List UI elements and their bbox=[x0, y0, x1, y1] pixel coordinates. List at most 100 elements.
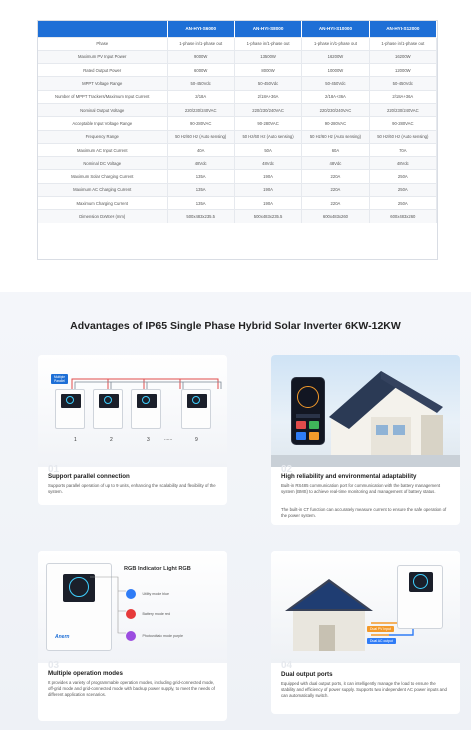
spec-value: 500x483x235.5 bbox=[234, 209, 303, 224]
spec-value: 50 Hz/60 Hz (Auto sensing) bbox=[301, 129, 370, 144]
spec-value: 1-phase in/1-phase out bbox=[369, 36, 438, 51]
purple-light-icon bbox=[126, 630, 136, 641]
spec-value: 60A bbox=[301, 142, 370, 157]
spec-value: 220A bbox=[301, 169, 370, 184]
spec-value: 90-280VAC bbox=[234, 116, 303, 131]
spec-value: 90-280VAC bbox=[167, 116, 235, 131]
spec-value: 250A bbox=[369, 196, 438, 210]
blue-light-icon bbox=[126, 588, 136, 599]
spec-row: Maximum Charging Current 135A 190A 220A 250A bbox=[38, 196, 438, 210]
spec-label: Rated Output Power bbox=[38, 63, 168, 77]
spec-value: 13500W bbox=[234, 49, 303, 64]
card-reliability: 02 High reliability and environmental ad… bbox=[271, 355, 460, 525]
spec-row: Maximum AC Input Current 40A 50A 60A 70A bbox=[38, 142, 438, 157]
spec-value: 250A bbox=[369, 182, 438, 197]
red-light-icon bbox=[126, 608, 136, 619]
spec-label: Maximum AC Input Current bbox=[38, 142, 168, 157]
inverter-unit bbox=[131, 389, 161, 429]
spec-value: 600x483x260 bbox=[301, 209, 370, 224]
spec-value: 220/230/240VAC bbox=[369, 102, 438, 117]
spec-value: 50-450Vdc bbox=[234, 76, 303, 91]
header-model: AN-HYI-S10000 bbox=[301, 21, 370, 37]
card-dual-output: Dual PV Input Dual AC output 04 Dual out… bbox=[271, 551, 460, 714]
spec-value: 220A bbox=[301, 182, 370, 197]
spec-value: 190A bbox=[234, 169, 303, 184]
spec-value: 8000W bbox=[234, 63, 303, 77]
spec-row: Nominal Output Voltage 220/230/240VAC 220/… bbox=[38, 102, 438, 117]
spec-value: 50-450Vdc bbox=[301, 76, 370, 91]
spec-row: Maximum Solar Charging Current 135A 190A 22… bbox=[38, 169, 438, 184]
card-description-2: The built-in CT function can accurately … bbox=[281, 507, 447, 518]
advantages-title: Advantages of IP65 Single Phase Hybrid S… bbox=[70, 320, 401, 332]
tag-dual-pv-input: Dual PV Input bbox=[367, 626, 394, 632]
header-model: AN-HYI-S6000 bbox=[167, 21, 235, 37]
card-title: Multiple operation modes bbox=[48, 670, 123, 677]
spec-label: Nominal Output Voltage bbox=[38, 102, 168, 117]
spec-row: Nominal DC Voltage 48Vdc 48Vdc 48Vdc 48Vdc bbox=[38, 156, 438, 170]
spec-label: Frequency Range bbox=[38, 129, 168, 144]
inverter-unit bbox=[93, 389, 123, 429]
spec-value: 220/230/240VAC bbox=[167, 102, 235, 117]
spec-value: 2/18A+36A bbox=[301, 89, 370, 104]
spec-value: 50 Hz/60 Hz (Auto sensing) bbox=[167, 129, 235, 144]
spec-value: 90-280VAC bbox=[369, 116, 438, 131]
spec-label: MPPT Voltage Range bbox=[38, 76, 168, 91]
spec-label: Nominal DC Voltage bbox=[38, 156, 168, 170]
spec-value: 1-phase in/1-phase out bbox=[234, 36, 303, 51]
spec-value: 1-phase in/1-phase out bbox=[167, 36, 235, 51]
spec-row: Phase 1-phase in/1-phase out 1-phase in/1-… bbox=[38, 36, 438, 51]
spec-value: 190A bbox=[234, 196, 303, 210]
spec-label: Number of MPPT Trackers/Maximum Input Cu… bbox=[38, 89, 168, 104]
spec-value: 48Vdc bbox=[369, 156, 438, 170]
spec-label: Phase bbox=[38, 36, 168, 51]
spec-label: Maximum Charging Current bbox=[38, 196, 168, 210]
rgb-row-blue: Utility mode blue bbox=[126, 585, 169, 603]
header-model: AN-HYI-S12000 bbox=[369, 21, 438, 37]
spec-row: Acceptable Input Voltage Range 90-280VAC 9… bbox=[38, 116, 438, 131]
spec-value: 135A bbox=[167, 196, 235, 210]
spec-table: AN-HYI-S6000 AN-HYI-S8000 AN-HYI-S10000 … bbox=[38, 21, 438, 224]
spec-row: Maximum PV Input Power 9000W 13500W 16200W 1… bbox=[38, 49, 438, 64]
spec-value: 2/18A+36A bbox=[234, 89, 303, 104]
tag-dual-ac-output: Dual AC output bbox=[367, 638, 396, 644]
spec-value: 48Vdc bbox=[234, 156, 303, 170]
phone-app bbox=[291, 377, 325, 445]
spec-value: 6000W bbox=[167, 63, 235, 77]
spec-value: 2/18A+36A bbox=[369, 89, 438, 104]
rgb-label: Utility mode blue bbox=[142, 591, 170, 596]
header-model: AN-HYI-S8000 bbox=[234, 21, 303, 37]
inverter-unit bbox=[55, 389, 85, 429]
spec-value: 1-phase in/1-phase out bbox=[301, 36, 370, 51]
spec-value: 70A bbox=[369, 142, 438, 157]
spec-value: 50 Hz/60 Hz (Auto sensing) bbox=[234, 129, 303, 144]
spec-value: 16200W bbox=[369, 49, 438, 64]
unit-label: 9 bbox=[195, 437, 198, 443]
rgb-row-red: Battery mode red bbox=[126, 605, 170, 623]
spec-value: 220A bbox=[301, 196, 370, 210]
spec-value: 500x483x235.5 bbox=[167, 209, 235, 224]
spec-row: Maximum AC Charging Current 135A 190A 220A 2… bbox=[38, 182, 438, 197]
rgb-indicator-illustration: Anern RGB Indicator Light RGB Utility mo… bbox=[38, 551, 227, 663]
spec-table-wrapper: AN-HYI-S6000 AN-HYI-S8000 AN-HYI-S10000 … bbox=[37, 20, 438, 260]
spec-value: 16200W bbox=[301, 49, 370, 64]
inverter-unit bbox=[181, 389, 211, 429]
spec-value: 90-280VAC bbox=[301, 116, 370, 131]
rgb-label: Battery mode red bbox=[142, 611, 171, 616]
spec-value: 50-450Vdc bbox=[369, 76, 438, 91]
card-description: It provides a variety of programmable op… bbox=[48, 680, 215, 697]
unit-label: 1 bbox=[74, 437, 77, 443]
smart-home-illustration bbox=[271, 355, 460, 467]
card-number: 04 bbox=[281, 660, 293, 671]
spec-value: 190A bbox=[234, 182, 303, 197]
card-title: Support parallel connection bbox=[48, 473, 130, 480]
spec-value: 2/18A bbox=[167, 89, 235, 104]
card-title: High reliability and environmental adapt… bbox=[281, 473, 417, 480]
inverter-unit bbox=[397, 565, 443, 629]
spec-row: Rated Output Power 6000W 8000W 10000W 12000W bbox=[38, 63, 438, 77]
spec-value: 220/230/240VAC bbox=[301, 102, 370, 117]
spec-label: Maximum PV Input Power bbox=[38, 49, 168, 64]
spec-value: 250A bbox=[369, 169, 438, 184]
spec-value: 50A bbox=[234, 142, 303, 157]
spec-value: 40A bbox=[167, 142, 235, 157]
unit-label: 3 bbox=[147, 437, 150, 443]
